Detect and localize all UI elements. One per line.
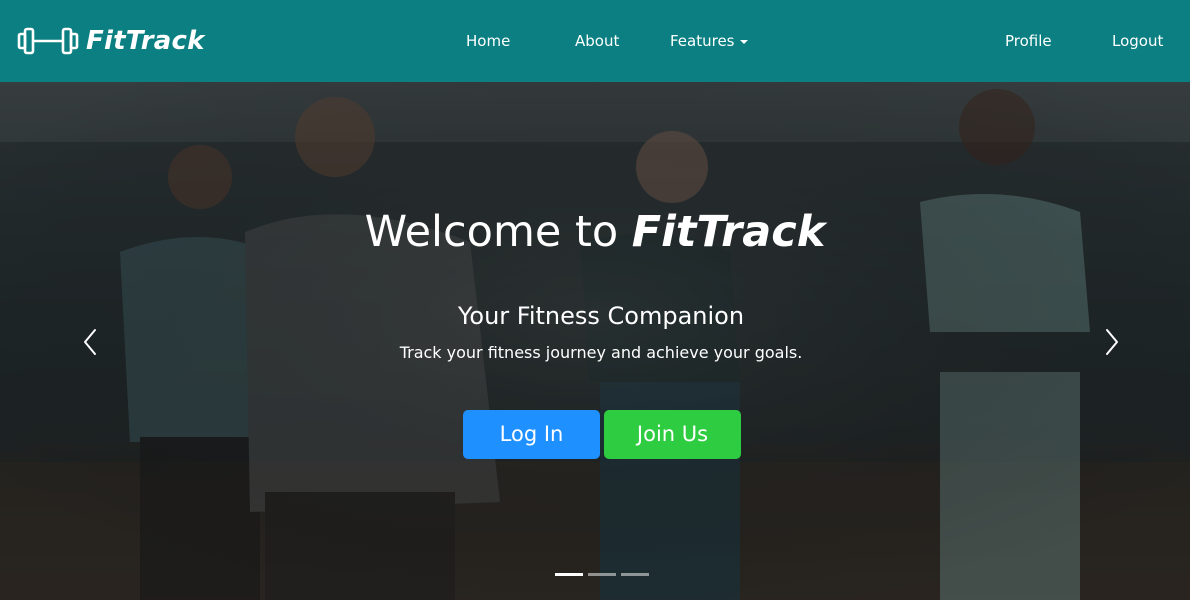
hero-title-prefix: Welcome to	[364, 207, 619, 257]
carousel-indicators	[555, 573, 654, 576]
chevron-right-icon[interactable]	[1102, 326, 1122, 358]
nav-home[interactable]: Home	[466, 31, 510, 51]
dumbbell-icon	[17, 27, 79, 55]
carousel-indicator[interactable]	[588, 573, 616, 576]
carousel-indicator[interactable]	[621, 573, 649, 576]
hero-title: Welcome to FitTrack	[0, 206, 1190, 258]
hero-tagline: Track your fitness journey and achieve y…	[399, 343, 803, 362]
hero-dark-overlay	[0, 82, 1190, 600]
nav-profile[interactable]: Profile	[1005, 31, 1052, 51]
nav-features-label: Features	[670, 32, 735, 50]
caret-down-icon	[739, 39, 748, 44]
chevron-left-icon[interactable]	[80, 326, 100, 358]
hero-carousel: Welcome to FitTrack Your Fitness Compani…	[0, 82, 1190, 600]
brand-name: FitTrack	[86, 26, 205, 56]
hero-subtitle: Your Fitness Companion	[457, 302, 745, 330]
nav-logout[interactable]: Logout	[1112, 31, 1163, 51]
hero-title-brand: FitTrack	[631, 207, 826, 257]
join-button[interactable]: Join Us	[604, 410, 741, 459]
carousel-indicator[interactable]	[555, 573, 583, 576]
nav-features-dropdown[interactable]: Features	[670, 31, 748, 51]
navbar: FitTrack Home About Features Profile Log…	[0, 0, 1190, 82]
brand-logo[interactable]: FitTrack	[17, 24, 205, 58]
nav-about[interactable]: About	[575, 31, 619, 51]
login-button[interactable]: Log In	[463, 410, 600, 459]
